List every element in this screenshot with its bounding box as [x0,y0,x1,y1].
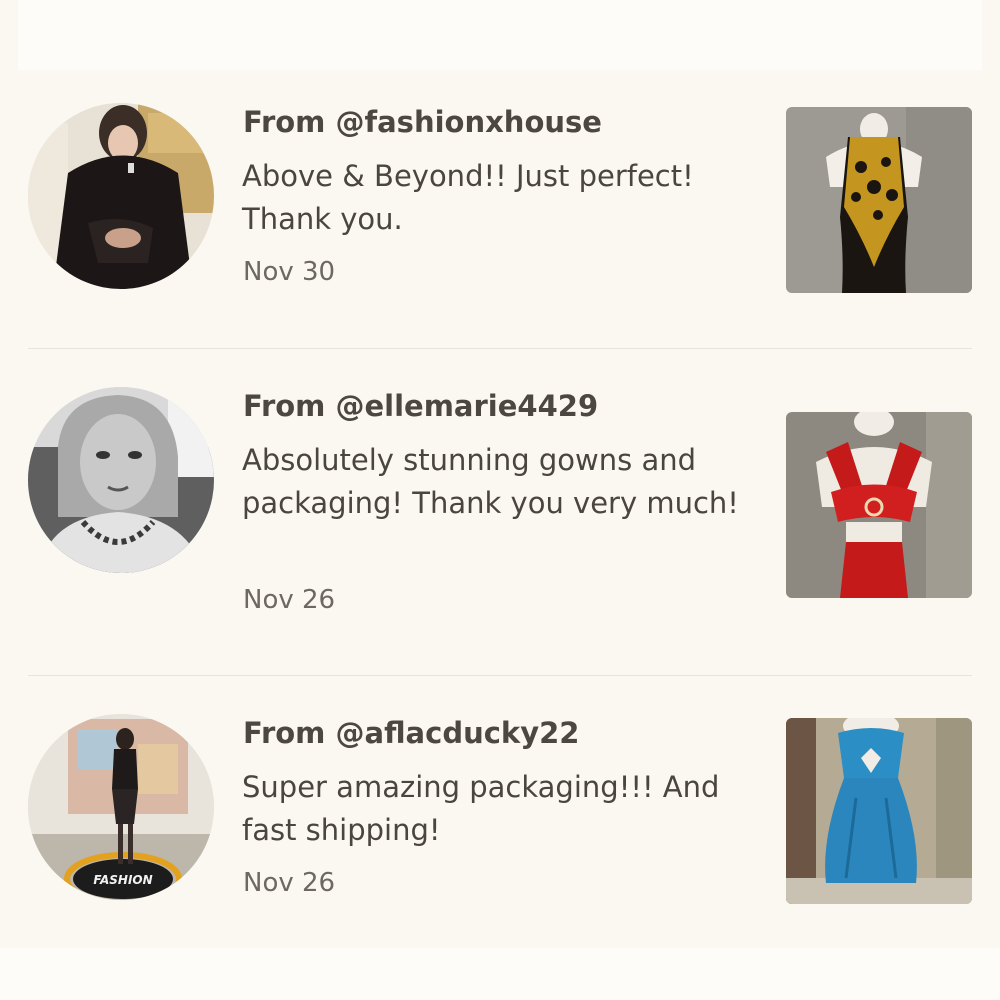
review-author[interactable]: From @aflacducky22 [243,716,579,750]
review-date: Nov 26 [243,868,336,898]
divider [28,675,972,676]
red-bow-gown-icon [786,412,972,598]
review-message: Above & Beyond!! Just perfect! Thank you… [242,159,694,236]
blue-strapless-dress-icon [786,718,972,904]
review-message: Super amazing packaging!!! And fast ship… [242,770,720,847]
gold-beaded-gown-icon [786,107,972,293]
review-item: FASHION From @aflacducky22 Super amazing… [28,714,972,909]
review-item: From @ellemarie4429 Absolutely stunning … [28,387,972,627]
avatar[interactable]: FASHION [28,714,214,900]
review-message: Absolutely stunning gowns and packaging!… [242,443,739,520]
avatar-woman-fur-coat-icon [28,103,214,289]
avatar[interactable] [28,387,214,573]
avatar-woman-fashion-stage-icon: FASHION [28,714,214,900]
product-thumbnail[interactable] [786,718,972,904]
avatar-woman-selfie-icon [28,387,214,573]
review-author[interactable]: From @ellemarie4429 [243,389,598,423]
review-date: Nov 26 [243,585,336,615]
review-date: Nov 30 [243,257,336,287]
review-item: From @fashionxhouse Above & Beyond!! Jus… [28,103,972,298]
top-bar [18,0,982,70]
review-author[interactable]: From @fashionxhouse [243,105,602,139]
product-thumbnail[interactable] [786,107,972,293]
product-thumbnail[interactable] [786,412,972,598]
divider [28,348,972,349]
stage-label: FASHION [93,873,152,887]
bottom-bar [0,948,1000,1000]
avatar[interactable] [28,103,214,289]
